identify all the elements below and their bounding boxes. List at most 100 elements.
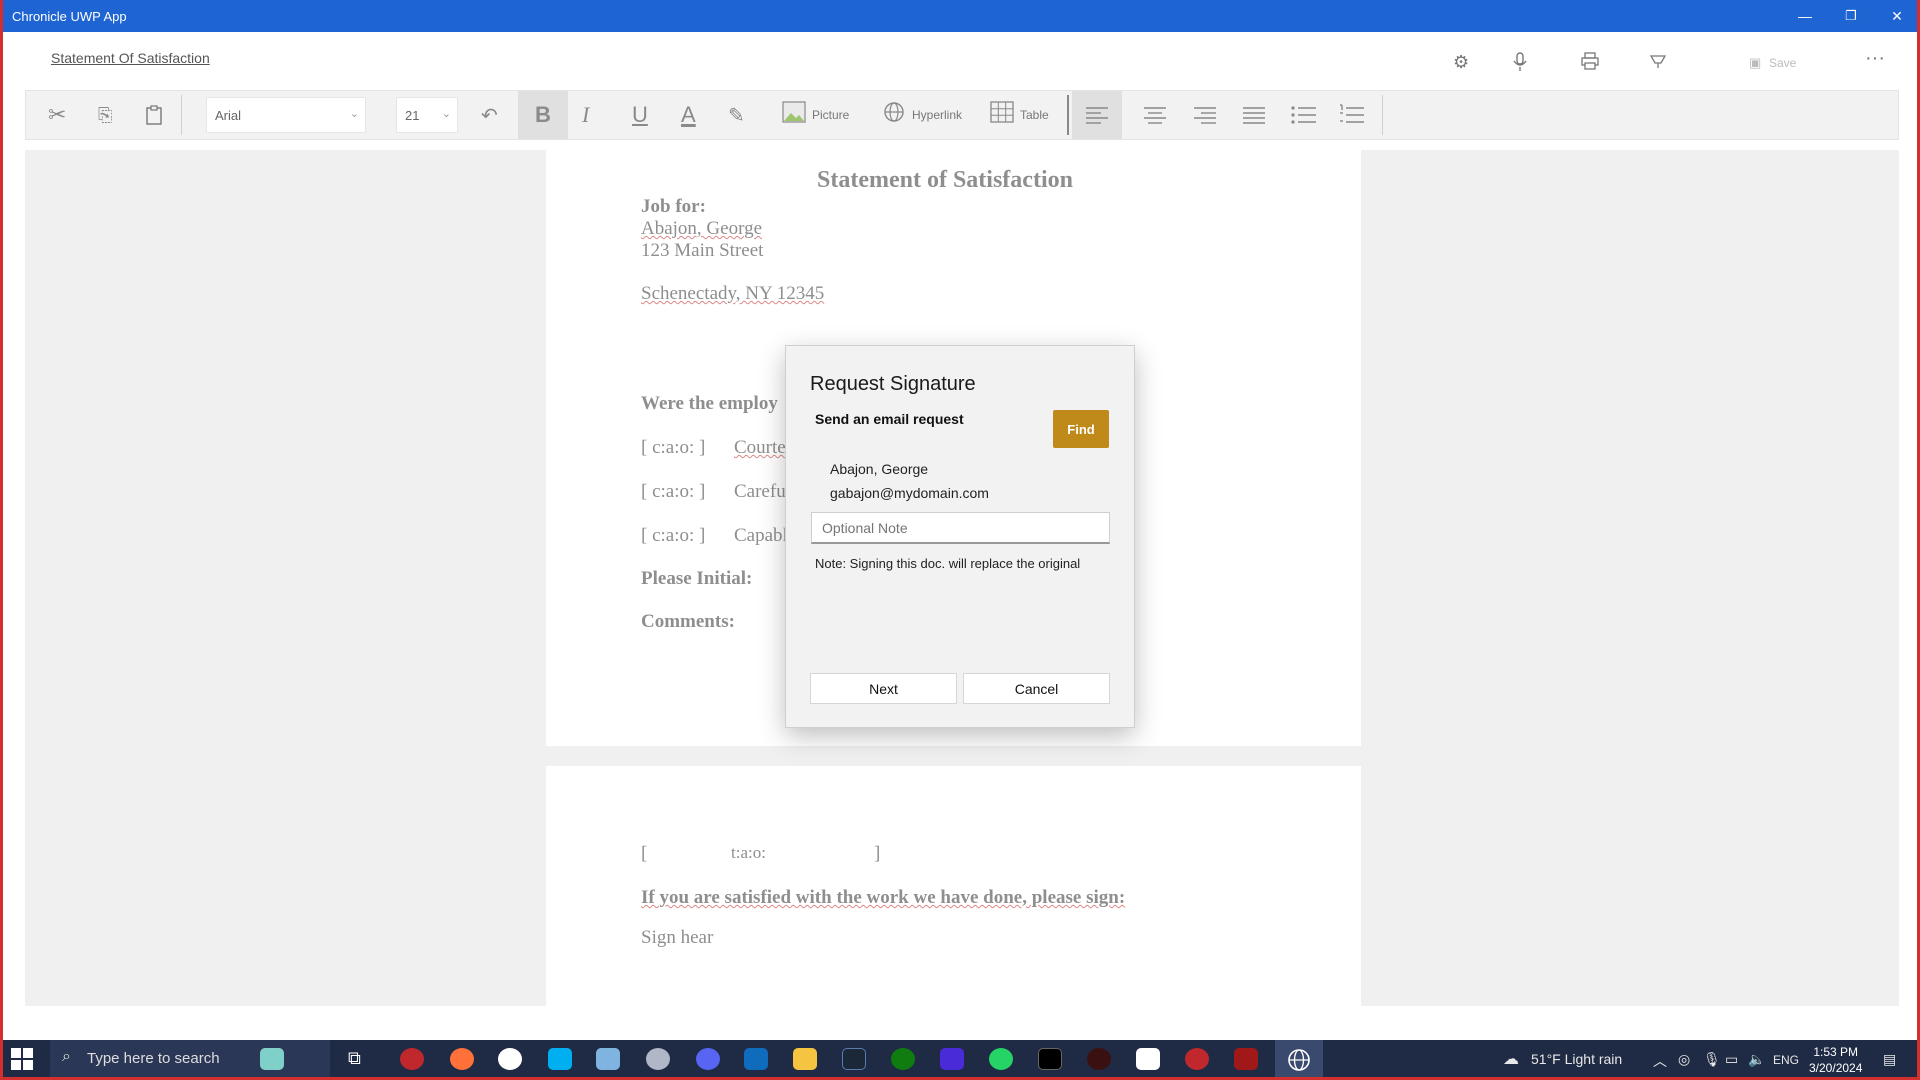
network-icon[interactable]: ▭ [1725, 1051, 1738, 1068]
weather-cloud-icon[interactable]: ☁ [1503, 1049, 1519, 1069]
numbered-list-icon [1340, 104, 1364, 123]
outlook-icon[interactable] [744, 1048, 768, 1070]
discord-icon[interactable] [696, 1048, 720, 1070]
weather-text[interactable]: 51°F Light rain [1531, 1051, 1622, 1067]
sign-prompt: If you are satisfied with the work we ha… [641, 887, 1126, 908]
save-icon: ▣ [1749, 55, 1762, 70]
document-page[interactable]: [ t:a:o: ] If you are satisfied with the… [546, 766, 1361, 1006]
replace-warning: Note: Signing this doc. will replace the… [815, 556, 1081, 571]
field-tag: t:a:o: [731, 843, 766, 862]
signature-pen-icon[interactable] [1649, 52, 1667, 75]
numbered-list-button[interactable] [1339, 91, 1365, 139]
language-indicator[interactable]: ENG [1773, 1053, 1799, 1067]
sign-here-text: Sign hear [641, 927, 714, 948]
gear-icon[interactable]: ⚙ [1453, 52, 1469, 73]
more-options-icon[interactable]: ··· [1865, 47, 1885, 70]
next-button[interactable]: Next [810, 673, 957, 704]
align-right-icon [1194, 107, 1216, 124]
cancel-button[interactable]: Cancel [963, 673, 1110, 704]
request-signature-dialog: Request Signature Send an email request … [785, 345, 1135, 728]
checkbox-tag: [ c:a:o: ] [641, 481, 706, 502]
italic-button[interactable]: I [582, 91, 589, 139]
align-center-button[interactable] [1143, 91, 1167, 139]
underline-button[interactable]: U [632, 91, 648, 139]
xbox-icon[interactable] [891, 1048, 915, 1070]
option-label: Careful [734, 481, 791, 502]
notifications-icon[interactable]: ▤ [1883, 1051, 1896, 1068]
find-button[interactable]: Find [1053, 410, 1109, 448]
restore-button[interactable]: ❐ [1828, 0, 1874, 32]
app-icon-red-globe[interactable] [400, 1048, 424, 1070]
file-explorer-icon[interactable] [793, 1048, 817, 1070]
undo-icon[interactable]: ↶ [481, 91, 498, 139]
firefox-icon[interactable] [450, 1048, 474, 1070]
taskbar-search[interactable]: ⌕ Type here to search [50, 1040, 330, 1078]
customer-name: Abajon, George [641, 218, 763, 239]
align-right-button[interactable] [1193, 91, 1217, 139]
notes-icon[interactable] [596, 1048, 620, 1070]
field-bracket-open: [ [641, 843, 648, 864]
bold-button[interactable]: B [518, 91, 568, 139]
table-icon [990, 101, 1014, 129]
print-icon[interactable] [1581, 52, 1599, 75]
app-icon-shield[interactable] [1234, 1048, 1258, 1070]
bullet-list-button[interactable] [1291, 91, 1317, 139]
taskbar-clock[interactable]: 1:53 PM 3/20/2024 [1809, 1044, 1862, 1076]
font-size-select[interactable]: 21 ⌄ [396, 97, 458, 133]
employee-question: Were the employ [641, 393, 778, 414]
street-address: 123 Main Street [641, 240, 764, 261]
cut-icon[interactable]: ✂ [48, 91, 66, 139]
microphone-tray-icon[interactable]: 🎙 [1703, 1051, 1721, 1068]
search-icon: ⌕ [62, 1048, 71, 1065]
app-icon-spiral[interactable] [646, 1048, 670, 1070]
align-center-icon [1144, 107, 1166, 124]
font-color-button[interactable]: A [681, 91, 696, 139]
chevron-up-icon[interactable]: ︿ [1653, 1051, 1667, 1071]
picture-button[interactable]: Picture [782, 91, 849, 139]
teamviewer-icon[interactable] [1136, 1048, 1160, 1070]
microphone-icon[interactable] [1513, 52, 1527, 77]
minimize-button[interactable]: — [1782, 0, 1828, 32]
chevron-down-icon: ⌄ [441, 108, 451, 120]
globe-link-icon [882, 100, 906, 130]
recipient-email: gabajon@mydomain.com [830, 485, 989, 501]
bullet-list-icon [1291, 106, 1316, 124]
save-button[interactable]: Save [1769, 56, 1796, 70]
dialog-subtitle: Send an email request [815, 411, 964, 427]
windows-start-icon[interactable] [11, 1048, 33, 1070]
skype-icon[interactable] [548, 1048, 572, 1070]
initial-label: Please Initial: [641, 568, 753, 589]
whatsapp-icon[interactable] [989, 1048, 1013, 1070]
volume-icon[interactable]: 🔈 [1748, 1051, 1765, 1068]
font-family-select[interactable]: Arial ⌄ [206, 97, 366, 133]
app-icon-red-ball[interactable] [1185, 1048, 1209, 1070]
app-icon-arrow[interactable] [498, 1048, 522, 1070]
recipient-name: Abajon, George [830, 461, 929, 477]
globe-app-icon[interactable] [1287, 1048, 1311, 1071]
font-size-value: 21 [405, 108, 420, 123]
task-view-icon[interactable]: ⧉ [348, 1048, 372, 1070]
formatting-toolbar: ✂ ⎘ Arial ⌄ 21 ⌄ ↶ B I U A ✎ Picture Hyp… [25, 90, 1899, 140]
document-title-link[interactable]: Statement Of Satisfaction [51, 50, 210, 66]
widget-icon[interactable] [260, 1048, 284, 1070]
document-heading: Statement of Satisfaction [817, 167, 1073, 193]
hyperlink-button[interactable]: Hyperlink [882, 91, 962, 139]
steam-icon[interactable] [842, 1048, 866, 1070]
copy-icon[interactable]: ⎘ [98, 91, 112, 139]
close-button[interactable]: ✕ [1874, 0, 1920, 32]
hyperlink-label: Hyperlink [912, 108, 963, 122]
picture-icon [782, 101, 806, 129]
paste-icon[interactable] [146, 91, 162, 139]
justify-button[interactable] [1242, 91, 1266, 139]
optional-note-input[interactable] [811, 512, 1110, 544]
amazon-music-icon[interactable] [940, 1048, 964, 1070]
search-placeholder: Type here to search [87, 1050, 220, 1067]
app-icon-dark[interactable] [1038, 1048, 1062, 1070]
camera-icon[interactable]: ◎ [1678, 1051, 1690, 1068]
align-left-button[interactable] [1072, 91, 1122, 139]
highlight-icon[interactable]: ✎ [728, 91, 745, 139]
app-bar: Statement Of Satisfaction ⚙ ▣ Save ··· [3, 32, 1917, 88]
table-button[interactable]: Table [990, 91, 1049, 139]
toolbar-divider [1067, 95, 1069, 135]
app-icon-game[interactable] [1087, 1048, 1111, 1070]
